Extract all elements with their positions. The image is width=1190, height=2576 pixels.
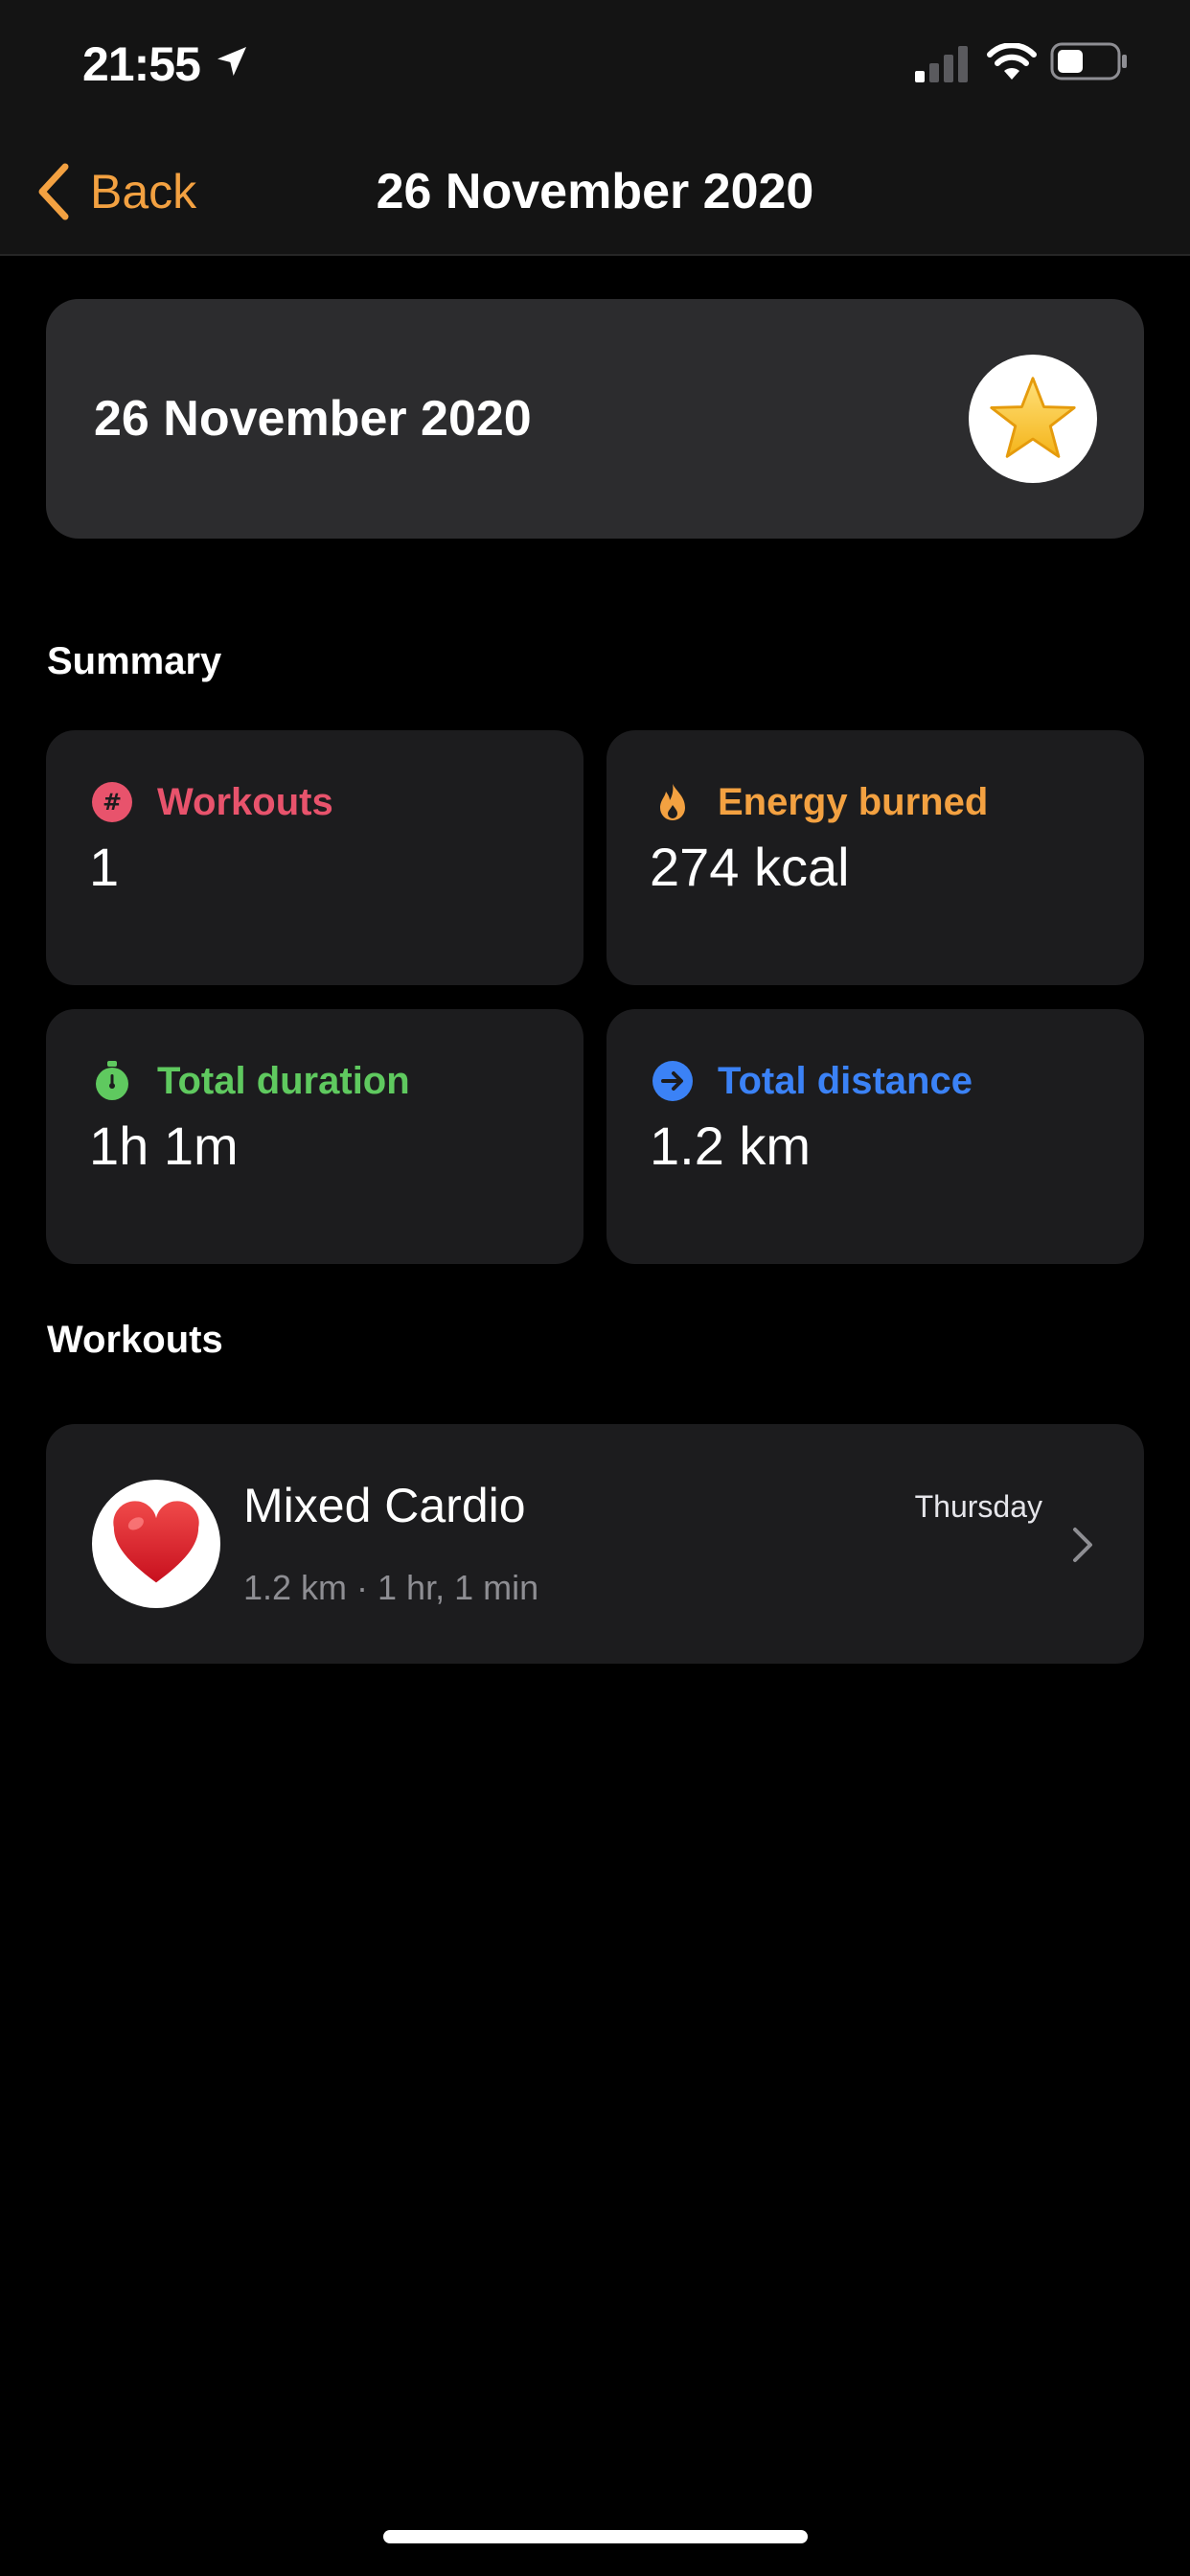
location-arrow-icon (217, 47, 246, 76)
status-time: 21:55 (82, 37, 201, 91)
achievement-badge (969, 355, 1097, 483)
status-bar: 21:55 (0, 0, 1190, 129)
stat-value: 1h 1m (89, 1116, 239, 1176)
hash-icon: # (92, 782, 132, 822)
workout-badge (92, 1480, 220, 1608)
star-icon (990, 377, 1076, 458)
stat-tile-energy: Energy burned 274 kcal (606, 730, 1144, 985)
workouts-section-label: Workouts (47, 1319, 223, 1361)
navigation-bar: 26 November 2020 Back (0, 129, 1190, 256)
back-label: Back (90, 165, 197, 218)
stat-label: Total distance (718, 1059, 973, 1102)
chevron-left-icon (38, 163, 69, 220)
workout-name: Mixed Cardio (243, 1479, 526, 1532)
svg-text:#: # (103, 789, 122, 816)
stat-value: 1.2 km (650, 1116, 812, 1176)
stat-label: Workouts (157, 780, 333, 823)
date-header-card: 26 November 2020 (46, 299, 1144, 539)
flame-icon (660, 784, 685, 820)
workout-meta: 1.2 km · 1 hr, 1 min (243, 1568, 539, 1607)
home-indicator[interactable] (383, 2530, 808, 2543)
stat-value: 274 kcal (650, 837, 850, 897)
wifi-icon (987, 43, 1037, 80)
summary-section-label: Summary (47, 640, 222, 682)
workout-row-mixed-cardio[interactable]: Mixed Cardio 1.2 km · 1 hr, 1 min Thursd… (46, 1424, 1144, 1664)
stat-tile-workouts: # Workouts 1 (46, 730, 584, 985)
stopwatch-icon (96, 1061, 128, 1100)
arrow-right-icon (652, 1061, 693, 1101)
cellular-signal-icon (915, 46, 968, 82)
stat-value: 1 (89, 837, 120, 897)
stat-label: Energy burned (718, 780, 989, 823)
stat-tile-duration: Total duration 1h 1m (46, 1009, 584, 1264)
workout-day: Thursday (914, 1489, 1042, 1524)
date-card-title: 26 November 2020 (94, 391, 532, 447)
back-button[interactable]: Back (34, 158, 196, 225)
battery-icon (1050, 42, 1127, 80)
stat-label: Total duration (157, 1059, 410, 1102)
chevron-right-icon (1073, 1528, 1092, 1562)
stat-tile-distance: Total distance 1.2 km (606, 1009, 1144, 1264)
heart-icon (113, 1501, 199, 1583)
